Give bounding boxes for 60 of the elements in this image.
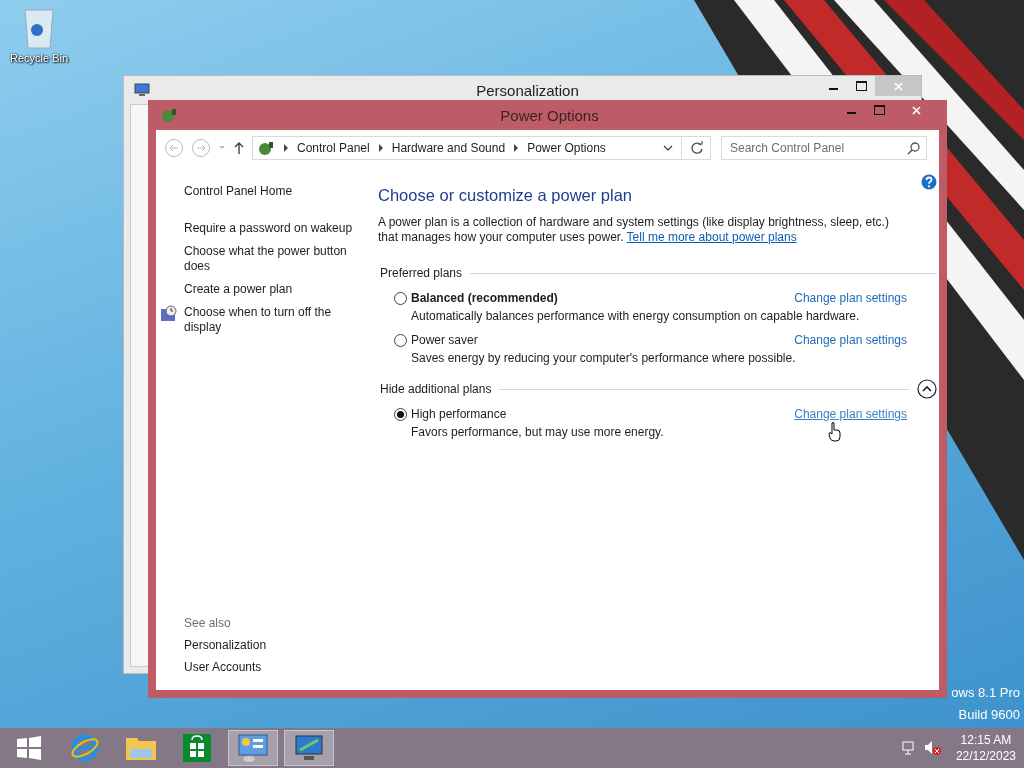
radio-button[interactable] [394,333,407,347]
close-icon [893,81,903,91]
recycle-bin-icon[interactable] [22,6,56,50]
plan-description: Favors performance, but may use more energy. [411,425,664,439]
group-label: Hide additional plans [380,382,492,396]
clock[interactable]: 12:15 AM 22/12/2023 [955,732,1016,764]
windows-logo-icon [16,736,42,760]
radio-button[interactable] [394,291,407,305]
plan-name: Power saver [411,333,478,347]
breadcrumb[interactable]: Hardware and Sound [391,141,506,155]
dropdown-caret-icon[interactable] [663,144,673,152]
clock-date: 22/12/2023 [955,748,1016,764]
taskbar-button[interactable] [284,730,334,766]
hand-cursor-icon [828,422,843,442]
sidebar-link[interactable]: Choose when to turn off the display [184,305,359,335]
search-field[interactable]: Search Control Panel [721,136,927,160]
help-icon[interactable] [921,174,937,190]
monitor-icon [134,83,150,97]
sidebar-link[interactable]: Require a password on wakeup [184,221,353,236]
window-title: Power Options [500,106,599,124]
monitor-icon [294,734,324,762]
muted-speaker-icon[interactable] [923,740,942,756]
window-title: Personalization [476,81,579,99]
plan-description: Saves energy by reducing your computer's performance where possible. [411,351,796,365]
watermark-text: ows 8.1 Pro [951,684,1020,702]
change-plan-settings-link[interactable]: Change plan settings [794,291,907,305]
group-label: Preferred plans [380,266,463,280]
sidebar-link[interactable]: Choose what the power button does [184,244,359,274]
watermark-text: Build 9600 [958,706,1020,724]
clock-icon [160,305,178,322]
radio-button[interactable] [394,407,407,421]
sidebar-link[interactable]: Personalization [184,638,378,652]
page-heading: Choose or customize a power plan [378,186,634,205]
change-plan-settings-link[interactable]: Change plan settings [794,407,907,421]
plan-name: High performance [411,407,507,421]
store-icon [182,733,212,763]
control-panel-icon [237,733,269,763]
plan-name: Balanced (recommended) [411,291,558,305]
plan-description: Automatically balances performance with energy consumption on capable hardware. [411,309,860,323]
close-icon [911,105,921,115]
browser-e-icon [70,733,100,763]
chevron-icon[interactable] [513,144,520,152]
chevron-icon[interactable] [283,144,289,152]
sidebar-link[interactable]: User Accounts [184,660,378,674]
breadcrumb[interactable]: Power Options [527,141,606,155]
breadcrumb[interactable]: Control Panel [297,141,370,155]
change-plan-settings-link[interactable]: Change plan settings [794,333,907,347]
taskbar-button[interactable] [228,730,278,766]
up-arrow-icon[interactable] [233,141,245,155]
collapse-button[interactable] [917,379,937,399]
help-link[interactable]: Tell me more about power plans [626,230,797,244]
search-icon[interactable] [907,142,920,155]
section-heading: See also [184,616,232,630]
intro-paragraph: A power plan is a collection of hardware and system settings (like display brightness, sleep, etc.) that manages how your computer uses power. Tell me more about power plans [378,215,890,245]
refresh-icon[interactable] [690,141,704,155]
address-bar[interactable]: Control Panel Hardware and Sound Power Options [252,136,711,160]
sidebar-link[interactable]: Create a power plan [184,282,293,297]
chevron-icon[interactable] [377,144,384,152]
sidebar-link[interactable]: Control Panel Home [184,184,293,199]
clock-time: 12:15 AM [960,732,1012,748]
